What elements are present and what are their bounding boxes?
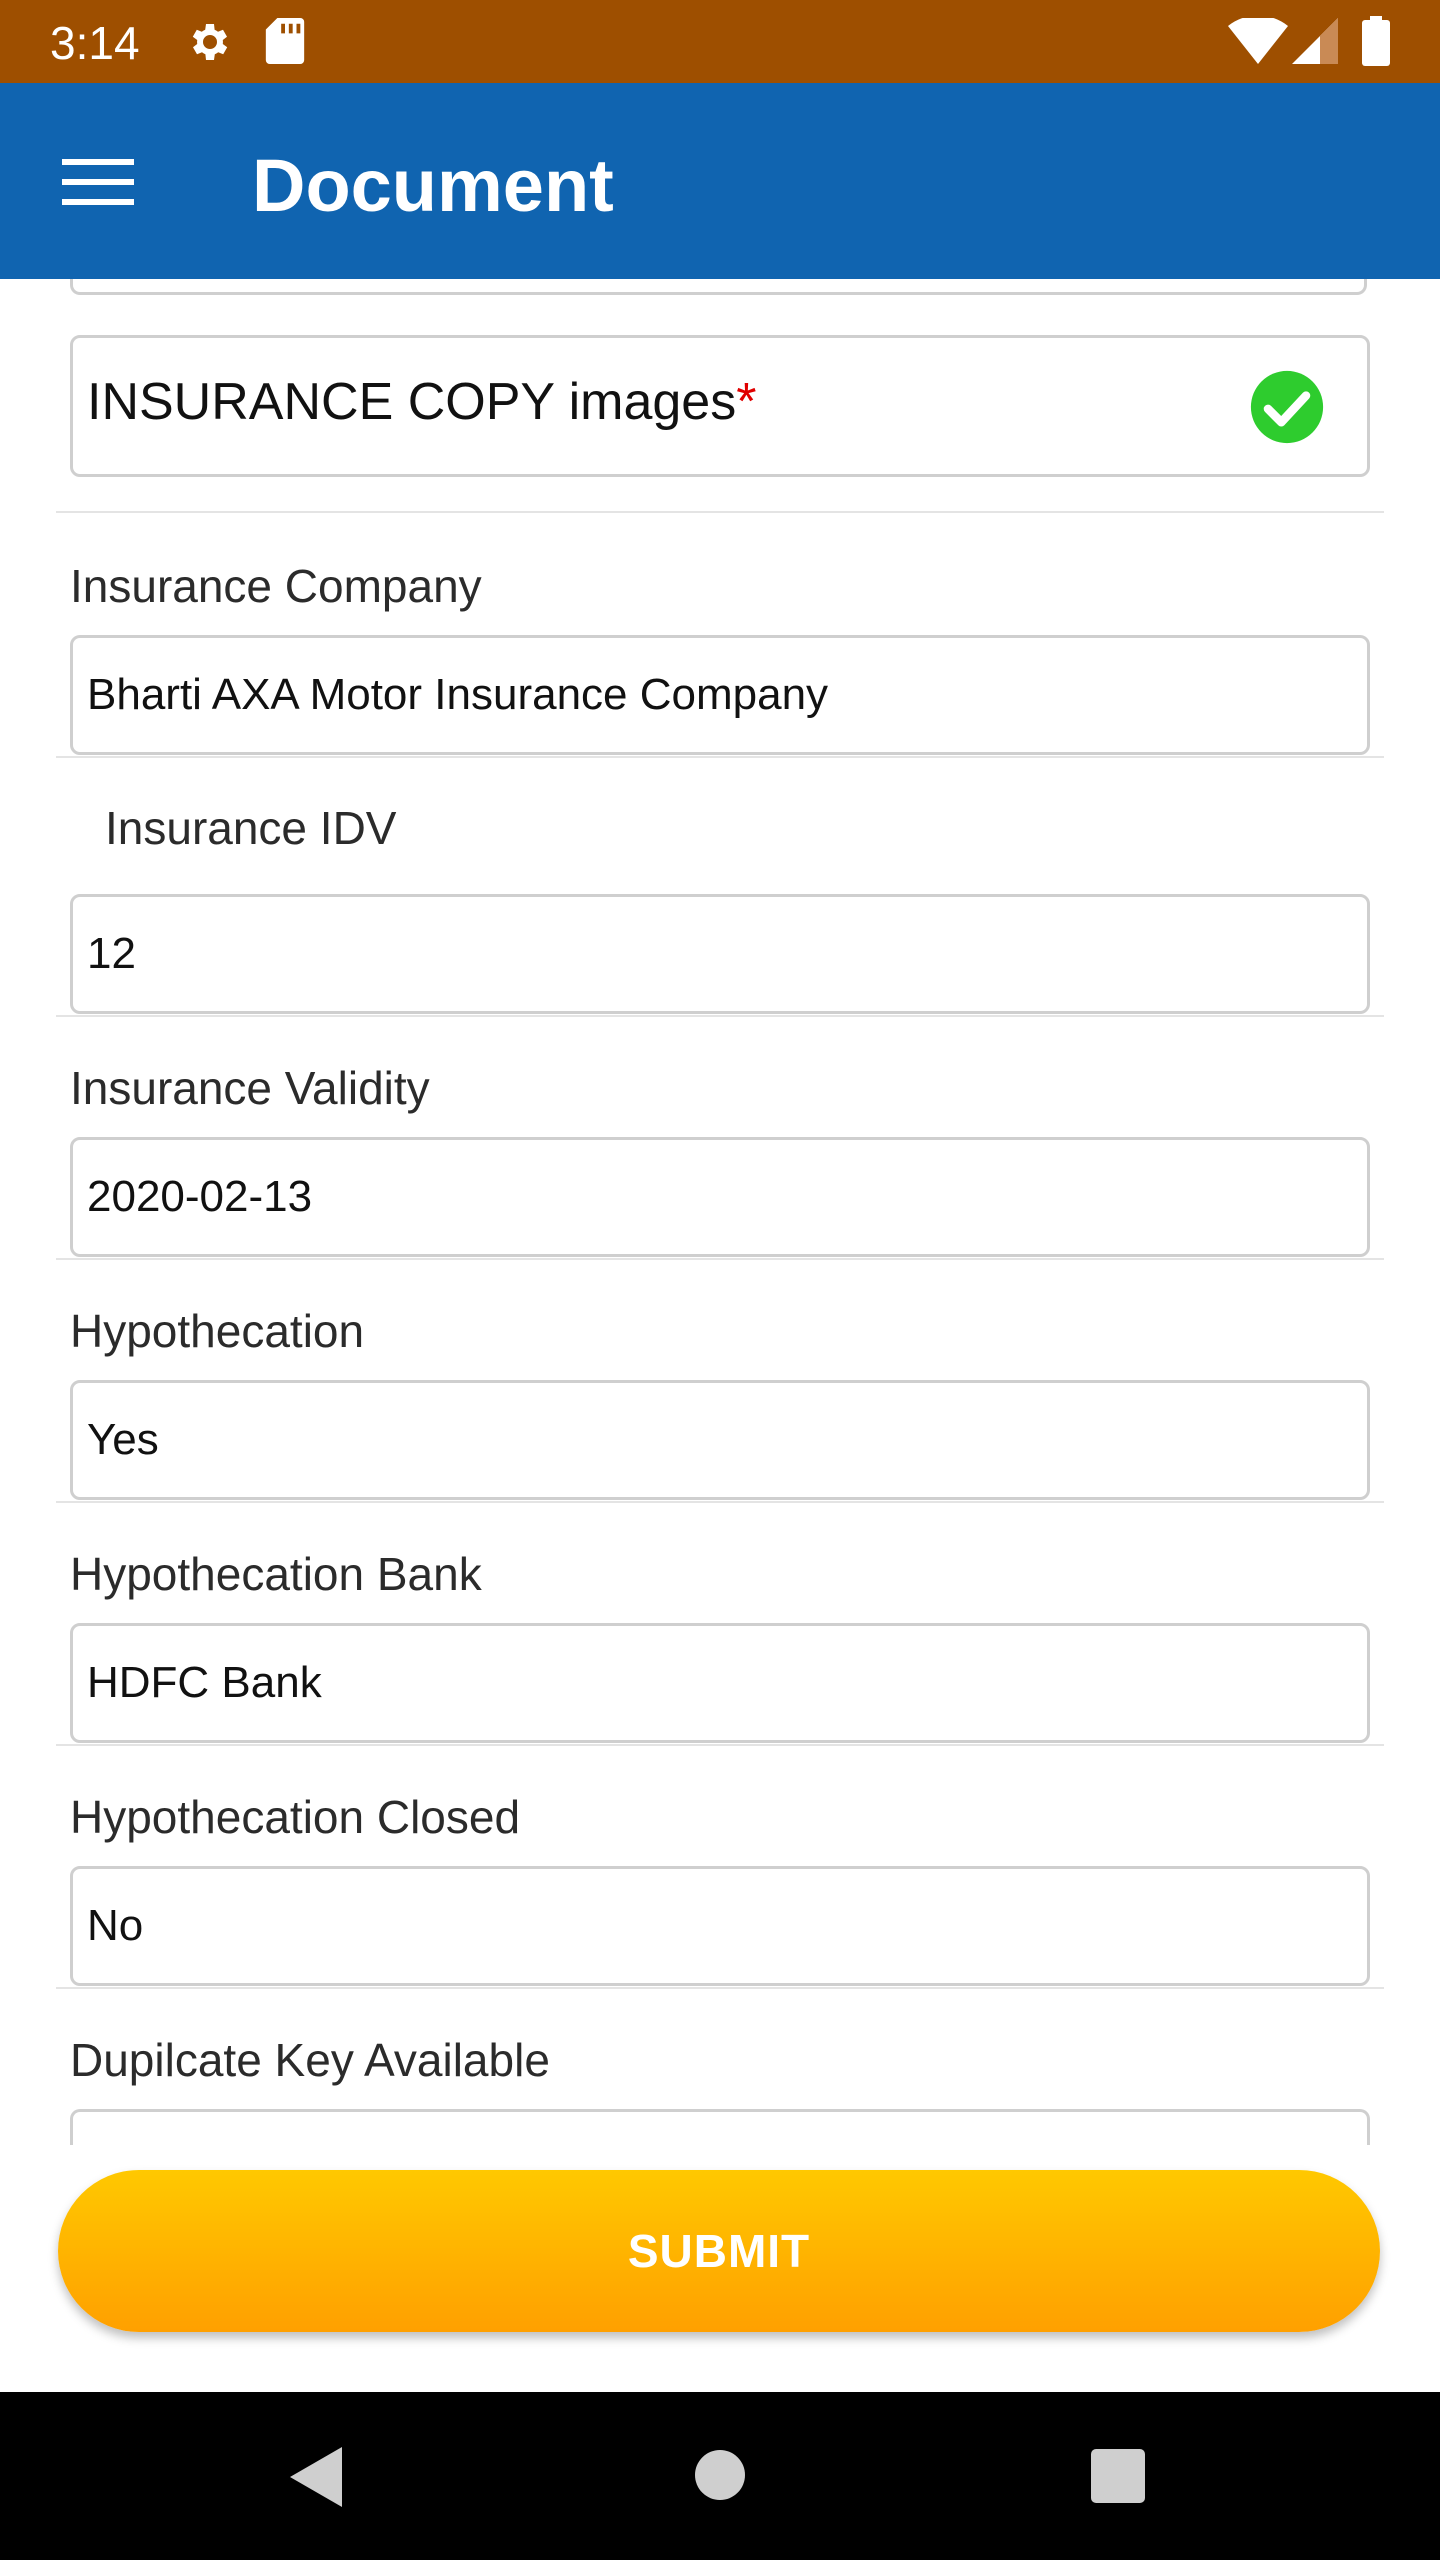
status-time: 3:14 bbox=[50, 17, 140, 69]
page-title: Document bbox=[252, 144, 614, 227]
gear-icon bbox=[192, 24, 228, 60]
submit-button[interactable]: SUBMIT bbox=[58, 2170, 1380, 2332]
document-form[interactable]: INSURANCE COPY images* Insurance Company… bbox=[0, 279, 1440, 2145]
hypothecation-closed-label: Hypothecation Closed bbox=[70, 1791, 521, 1843]
insurance-company-label: Insurance Company bbox=[70, 560, 482, 612]
divider bbox=[56, 511, 1384, 513]
wifi-icon bbox=[1228, 18, 1288, 64]
hypothecation-field[interactable]: Yes bbox=[70, 1380, 1370, 1500]
insurance-company-field[interactable]: Bharti AXA Motor Insurance Company bbox=[70, 635, 1370, 755]
signal-icon bbox=[1292, 18, 1338, 64]
divider bbox=[56, 1744, 1384, 1746]
back-icon[interactable] bbox=[290, 2447, 346, 2507]
divider bbox=[56, 1501, 1384, 1503]
recent-apps-icon[interactable] bbox=[1091, 2449, 1145, 2503]
divider bbox=[56, 1258, 1384, 1260]
insurance-copy-upload[interactable]: INSURANCE COPY images* bbox=[70, 335, 1370, 477]
previous-field-box[interactable] bbox=[70, 279, 1367, 295]
duplicate-key-label: Dupilcate Key Available bbox=[70, 2034, 550, 2086]
status-bar: 3:14 bbox=[0, 0, 1440, 83]
hypothecation-closed-field[interactable]: No bbox=[70, 1866, 1370, 1986]
insurance-validity-label: Insurance Validity bbox=[70, 1062, 430, 1114]
hamburger-menu-icon[interactable] bbox=[62, 159, 134, 205]
navigation-bar bbox=[0, 2392, 1440, 2560]
hypothecation-bank-field[interactable]: HDFC Bank bbox=[70, 1623, 1370, 1743]
duplicate-key-field[interactable] bbox=[70, 2109, 1370, 2145]
insurance-idv-field[interactable]: 12 bbox=[70, 894, 1370, 1014]
app-bar: Document bbox=[0, 83, 1440, 279]
home-icon[interactable] bbox=[695, 2450, 745, 2500]
divider bbox=[56, 1015, 1384, 1017]
hypothecation-bank-label: Hypothecation Bank bbox=[70, 1548, 482, 1600]
hypothecation-label: Hypothecation bbox=[70, 1305, 365, 1357]
upload-label: INSURANCE COPY images* bbox=[87, 373, 757, 431]
divider bbox=[56, 756, 1384, 758]
insurance-idv-label: Insurance IDV bbox=[105, 802, 397, 854]
insurance-validity-field[interactable]: 2020-02-13 bbox=[70, 1137, 1370, 1257]
battery-icon bbox=[1362, 16, 1390, 66]
required-mark: * bbox=[736, 373, 757, 431]
sd-card-icon bbox=[265, 18, 305, 64]
divider bbox=[56, 1987, 1384, 1989]
check-circle-icon bbox=[1250, 370, 1324, 444]
